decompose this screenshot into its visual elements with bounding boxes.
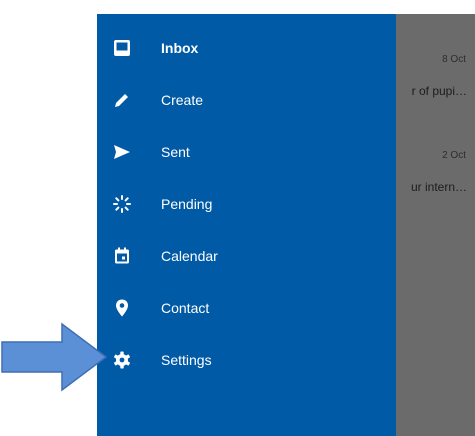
message-snippet: ur intern… [410, 180, 467, 194]
loading-icon [111, 193, 133, 215]
message-list-scrim: 8 Oct r of pupi… 2 Oct ur intern… [396, 14, 475, 436]
message-snippet: r of pupi… [411, 84, 467, 98]
nav-item-contact[interactable]: Contact [97, 290, 396, 326]
location-pin-icon [111, 297, 133, 319]
message-date: 8 Oct [442, 54, 466, 65]
nav-item-label: Settings [161, 352, 212, 368]
nav-item-settings[interactable]: Settings [97, 342, 396, 378]
calendar-icon [111, 245, 133, 267]
nav-item-label: Contact [161, 300, 210, 316]
nav-item-label: Create [161, 92, 204, 108]
inbox-icon [111, 37, 133, 59]
nav-item-label: Pending [161, 196, 213, 212]
nav-item-create[interactable]: Create [97, 82, 396, 118]
callout-arrow-icon [0, 322, 110, 392]
pencil-icon [111, 89, 133, 111]
nav-item-inbox[interactable]: Inbox [97, 30, 396, 66]
nav-item-calendar[interactable]: Calendar [97, 238, 396, 274]
send-icon [111, 141, 133, 163]
nav-item-label: Sent [161, 144, 190, 160]
nav-item-sent[interactable]: Sent [97, 134, 396, 170]
gear-icon [111, 349, 133, 371]
navigation-drawer: Inbox Create Sent Pending Calendar Conta… [97, 14, 396, 436]
message-date: 2 Oct [442, 150, 466, 161]
nav-item-label: Inbox [161, 40, 199, 56]
nav-item-label: Calendar [161, 248, 218, 264]
nav-item-pending[interactable]: Pending [97, 186, 396, 222]
